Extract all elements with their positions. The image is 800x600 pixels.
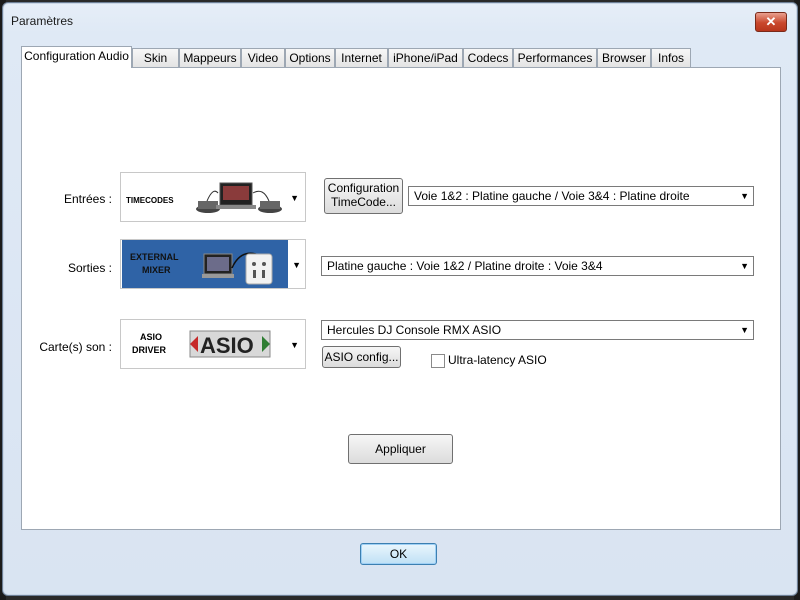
ok-button[interactable]: OK bbox=[360, 543, 437, 565]
sound-card-value: Hercules DJ Console RMX ASIO bbox=[327, 323, 502, 337]
tab-panel-configuration-audio: Entrées : TIMECODES ▼ Configuration Time… bbox=[21, 67, 781, 530]
tab-options[interactable]: Options bbox=[285, 48, 335, 67]
asio-small-text: ASIO bbox=[140, 332, 162, 342]
configuration-timecode-line2: TimeCode... bbox=[331, 195, 396, 209]
tab-performances[interactable]: Performances bbox=[513, 48, 597, 67]
tab-configuration-audio[interactable]: Configuration Audio bbox=[21, 46, 132, 68]
driver-text: DRIVER bbox=[132, 345, 167, 355]
carte-son-label: Carte(s) son : bbox=[39, 340, 112, 354]
settings-dialog: Paramètres ✕ Configuration Audio Skin Ma… bbox=[2, 2, 798, 596]
timecodes-image: TIMECODES bbox=[126, 182, 282, 213]
tab-internet[interactable]: Internet bbox=[335, 48, 388, 67]
sorties-image-selector[interactable]: EXTERNAL MIXER ▼ bbox=[120, 239, 306, 289]
ultra-latency-checkbox[interactable] bbox=[431, 354, 445, 368]
sound-card-select[interactable]: Hercules DJ Console RMX ASIO ▼ bbox=[321, 320, 754, 340]
external-mixer-image: EXTERNAL MIXER bbox=[122, 240, 288, 288]
close-icon: ✕ bbox=[765, 14, 777, 29]
sorties-routing-select[interactable]: Platine gauche : Voie 1&2 / Platine droi… bbox=[321, 256, 754, 276]
tab-mappeurs[interactable]: Mappeurs bbox=[179, 48, 241, 67]
title-bar[interactable]: Paramètres ✕ bbox=[3, 3, 797, 35]
timecodes-text: TIMECODES bbox=[126, 196, 174, 205]
entrees-routing-value: Voie 1&2 : Platine gauche / Voie 3&4 : P… bbox=[414, 189, 690, 203]
asio-config-button[interactable]: ASIO config... bbox=[322, 346, 401, 368]
tab-infos[interactable]: Infos bbox=[651, 48, 691, 67]
asio-driver-image: ASIO DRIVER ASIO bbox=[132, 330, 271, 358]
sorties-label: Sorties : bbox=[67, 261, 112, 275]
window-title: Paramètres bbox=[11, 14, 74, 28]
tab-iphone-ipad[interactable]: iPhone/iPad bbox=[388, 48, 463, 67]
entrees-routing-select[interactable]: Voie 1&2 : Platine gauche / Voie 3&4 : P… bbox=[408, 186, 754, 206]
chevron-down-icon: ▼ bbox=[290, 340, 299, 350]
apply-button[interactable]: Appliquer bbox=[348, 434, 453, 464]
tab-skin[interactable]: Skin bbox=[132, 48, 179, 67]
tab-video[interactable]: Video bbox=[241, 48, 285, 67]
chevron-down-icon: ▼ bbox=[740, 191, 749, 201]
configuration-timecode-button[interactable]: Configuration TimeCode... bbox=[324, 178, 403, 214]
sorties-routing-value: Platine gauche : Voie 1&2 / Platine droi… bbox=[327, 259, 603, 273]
carte-son-image-selector[interactable]: ASIO DRIVER ASIO ▼ bbox=[120, 319, 306, 369]
tab-codecs[interactable]: Codecs bbox=[463, 48, 513, 67]
tab-browser[interactable]: Browser bbox=[597, 48, 651, 67]
chevron-down-icon: ▼ bbox=[290, 193, 299, 203]
configuration-timecode-line1: Configuration bbox=[327, 181, 400, 195]
mixer-text: MIXER bbox=[142, 265, 171, 275]
entrees-label: Entrées : bbox=[63, 192, 112, 206]
entrees-image-selector[interactable]: TIMECODES ▼ bbox=[120, 172, 306, 222]
external-text: EXTERNAL bbox=[130, 252, 179, 262]
chevron-down-icon: ▼ bbox=[740, 261, 749, 271]
chevron-down-icon: ▼ bbox=[740, 325, 749, 335]
chevron-down-icon: ▼ bbox=[292, 260, 301, 270]
close-button[interactable]: ✕ bbox=[755, 12, 787, 32]
asio-logo-text: ASIO bbox=[200, 333, 254, 358]
ultra-latency-label: Ultra-latency ASIO bbox=[448, 353, 547, 367]
